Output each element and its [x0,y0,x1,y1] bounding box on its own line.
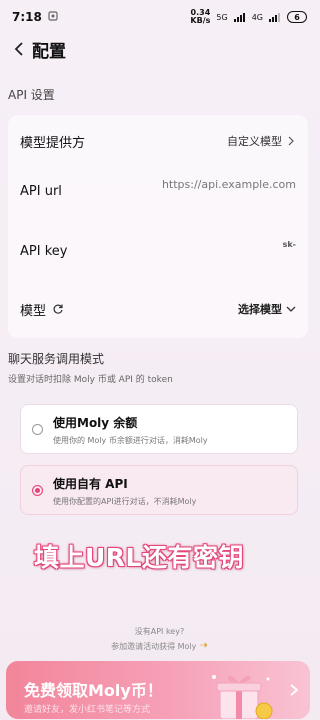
option-own-api-desc: 使用你配置的API进行对话，不消耗Moly [53,497,197,506]
hint-line-1: 没有API key? [134,627,185,636]
notification-icon [48,10,58,24]
overlay-caption: 填上URL还有密钥 [34,543,244,572]
hint-line-2-text: 参加邀请活动获得 Moly [111,642,197,651]
option-own-api[interactable]: 使用自有 API 使用你配置的API进行对话，不消耗Moly [20,465,298,515]
api-url-input[interactable]: https://api.example.com [162,178,296,191]
mode-section-title: 聊天服务调用模式 [8,352,105,366]
provider-label: 模型提供方 [20,135,86,151]
net-speed-unit: KB/s [190,16,211,25]
radio-own-api[interactable] [32,485,43,496]
status-bar: 7:18 0.34 KB/s 5G 4G 6 [0,0,319,34]
hint-line-2[interactable]: 参加邀请活动获得 Moly [0,641,319,652]
banner-subtitle: 邀请好友，发小红书笔记等方式 [24,705,151,715]
status-time: 7:18 [12,10,42,24]
moly-promo-banner[interactable]: 免费领取Moly币！ 邀请好友，发小红书笔记等方式 [6,661,310,719]
gift-box-icon [212,675,273,719]
chevron-right-icon [288,136,294,146]
api-url-row[interactable]: API url https://api.example.com [8,176,308,210]
api-key-input[interactable]: sk- [283,240,296,249]
api-url-label: API url [20,184,62,199]
header: 配置 [0,34,319,64]
api-section-title: API 设置 [8,88,55,102]
option-moly-desc: 使用你的 Moly 币余额进行对话，消耗Moly [53,436,208,445]
battery-icon: 6 [287,11,307,23]
api-key-row[interactable]: API key sk- [8,232,308,276]
provider-row[interactable]: 模型提供方 自定义模型 [8,127,308,155]
back-icon[interactable] [10,40,28,58]
net-speed: 0.34 KB/s [190,9,210,25]
signal-5g: 5G [216,12,228,22]
api-key-label: API key [20,244,68,259]
provider-value: 自定义模型 [227,133,296,149]
option-moly-balance[interactable]: 使用Moly 余额 使用你的 Moly 币余额进行对话，消耗Moly [20,404,298,454]
signal-bars-icon [233,12,245,22]
model-select[interactable]: 选择模型 [238,301,296,317]
radio-moly-balance[interactable] [32,424,43,435]
option-own-api-title: 使用自有 API [53,477,128,491]
page-title: 配置 [32,41,66,62]
chevron-right-icon-banner [290,684,299,696]
option-moly-title: 使用Moly 余额 [53,416,138,430]
provider-value-text: 自定义模型 [227,135,282,148]
hand-pointing-icon [199,641,208,651]
model-label: 模型 [20,303,47,319]
banner-title: 免费领取Moly币！ [24,681,163,700]
signal-bars-icon-2 [269,12,280,22]
model-row[interactable]: 模型 选择模型 [8,294,308,324]
signal-4g: 4G [251,12,263,22]
model-select-value: 选择模型 [238,303,282,316]
mode-section-subtitle: 设置对话时扣除 Moly 币或 API 的 token [8,375,173,385]
chevron-down-icon [286,306,296,312]
status-right: 0.34 KB/s 5G 4G 6 [190,9,307,25]
refresh-icon[interactable] [52,303,64,315]
